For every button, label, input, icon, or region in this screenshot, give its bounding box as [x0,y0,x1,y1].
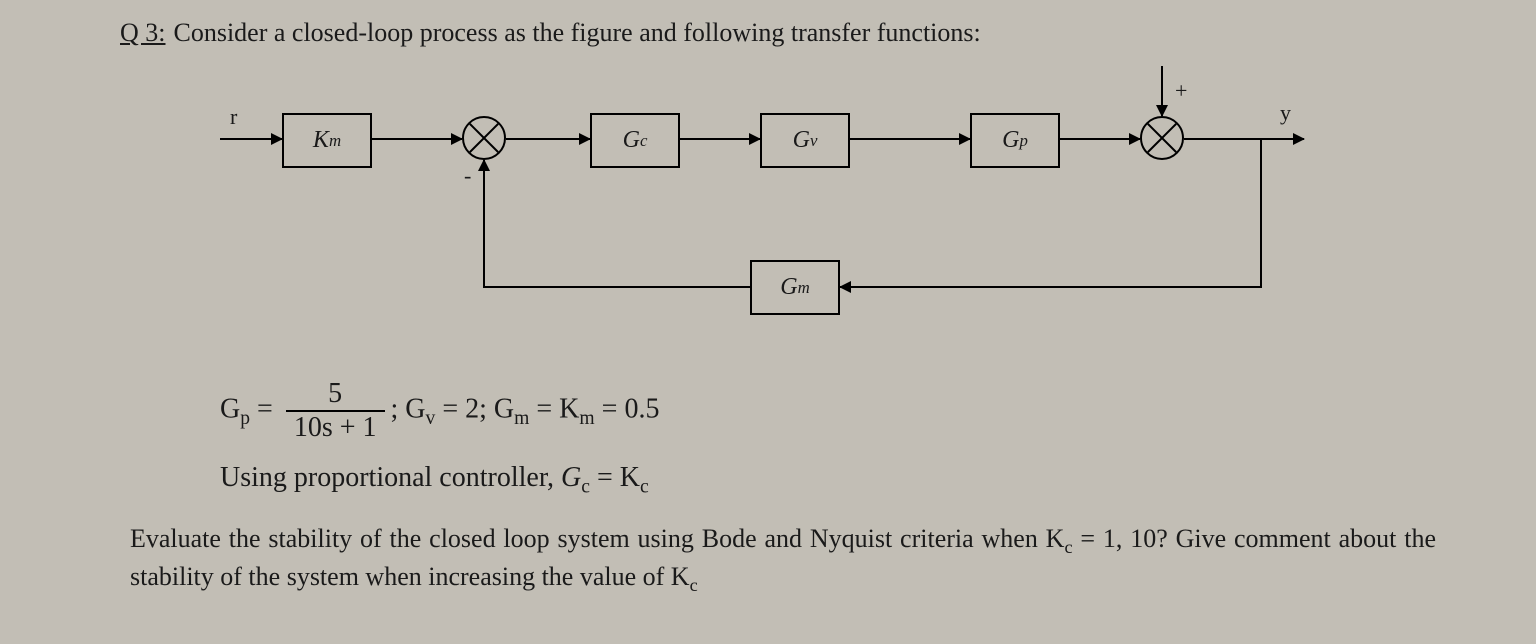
gp-subscript: p [240,408,250,429]
gp-symbol: G [220,393,240,424]
final-question: Evaluate the stability of the closed loo… [130,521,1436,599]
arrow-r-to-km [220,138,282,140]
block-gp-subscript: p [1019,131,1027,151]
question-prompt: Consider a closed-loop process as the fi… [174,18,981,48]
final-sub-1: c [1064,537,1072,557]
gp-fraction: 5 10s + 1 [286,378,385,444]
block-gm-symbol: G [780,274,797,301]
block-diagram: r Km - Gc Gv Gp + y Gm [220,88,1320,348]
controller-text: Using proportional controller, [220,462,561,493]
feedback-line-down [1260,138,1262,288]
sum1-minus-sign: - [464,163,471,189]
sum2-plus-sign: + [1175,78,1187,104]
block-gp: Gp [970,113,1060,168]
block-gc-subscript: c [640,131,647,151]
input-signal-label: r [230,104,237,130]
feedback-line-from-gm [483,286,750,288]
arrow-disturbance-to-sum2 [1161,66,1163,116]
km-subscript: m [579,408,594,429]
gv-symbol: G [405,393,425,424]
km-value: = 0.5 [602,393,660,424]
transfer-function-equations: Gp = 5 10s + 1 ; Gv = 2; Gm = Km = 0.5 [220,378,1436,444]
arrow-km-to-sum1 [372,138,462,140]
gc-controller-symbol: G [561,462,581,493]
block-gm: Gm [750,260,840,315]
question-header: Q 3: Consider a closed-loop process as t… [120,18,1436,48]
gp-numerator: 5 [286,378,385,412]
feedback-line-up-to-sum1 [483,160,485,288]
block-gv-subscript: v [810,131,817,151]
gp-denominator: 10s + 1 [286,412,385,444]
summing-junction-1 [462,116,506,160]
separator-1: ; [391,393,399,424]
block-gc-symbol: G [623,127,640,154]
block-gp-symbol: G [1002,127,1019,154]
summing-junction-2 [1140,116,1184,160]
gc-controller-subscript: c [581,477,590,498]
block-km-subscript: m [329,131,341,151]
arrow-gp-to-sum2 [1060,138,1140,140]
gm-subscript: m [514,408,529,429]
block-km: Km [282,113,372,168]
arrow-sum1-to-gc [506,138,590,140]
block-gm-subscript: m [798,278,810,298]
gm-symbol: G [494,393,514,424]
block-km-symbol: K [313,127,329,154]
gv-value: = 2; [442,393,487,424]
arrow-gv-to-gp [850,138,970,140]
final-sub-2: c [690,576,698,596]
controller-line: Using proportional controller, Gc = Kc [220,462,1436,499]
gv-subscript: v [426,408,436,429]
controller-equals: = K [590,462,640,493]
final-text-1: Evaluate the stability of the closed loo… [130,524,1064,553]
block-gc: Gc [590,113,680,168]
equals-1: = [257,393,273,424]
arrow-sum2-to-y [1184,138,1304,140]
question-label: Q 3: [120,18,166,48]
arrow-gc-to-gv [680,138,760,140]
output-signal-label: y [1280,100,1291,126]
km-symbol: = K [536,393,579,424]
block-gv-symbol: G [793,127,810,154]
block-gv: Gv [760,113,850,168]
kc-controller-subscript: c [640,477,649,498]
feedback-line-to-gm [840,286,1262,288]
